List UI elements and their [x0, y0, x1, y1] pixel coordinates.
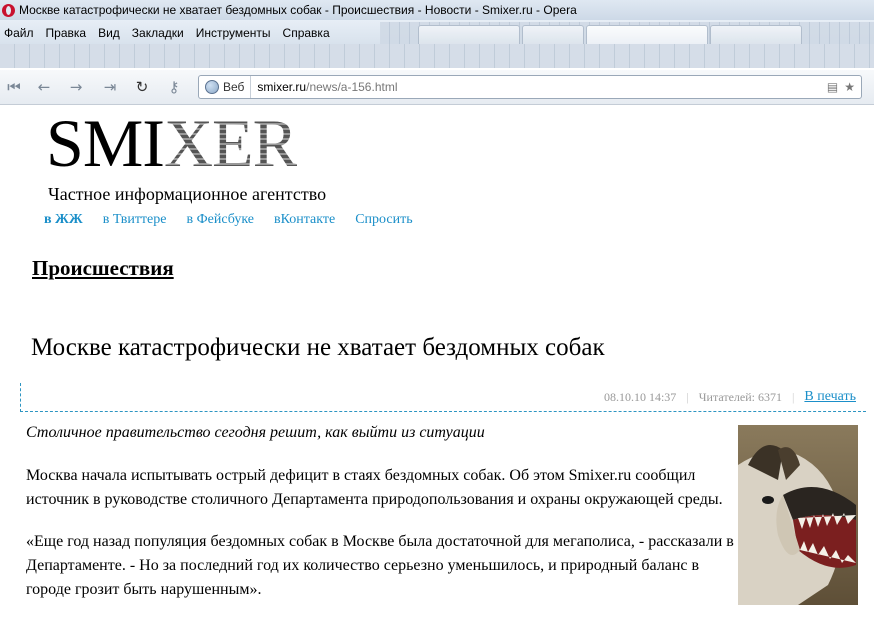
fast-forward-icon[interactable]: ⇥ — [100, 77, 120, 97]
article-body: Москва начала испытывать острый дефицит … — [26, 464, 736, 620]
opera-logo-icon — [2, 3, 15, 17]
wand-key-icon[interactable]: ⚷ — [164, 77, 184, 97]
url-text[interactable]: smixer.ru/news/a-156.html — [251, 80, 397, 94]
url-host: smixer.ru — [257, 80, 307, 94]
site-logo[interactable]: SMIXER — [46, 105, 298, 181]
menu-bookmarks[interactable]: Закладки — [128, 26, 192, 40]
section-title[interactable]: Происшествия — [32, 256, 174, 281]
article-readers: Читателей: 6371 — [698, 389, 782, 404]
rss-icon[interactable]: ▤ — [827, 80, 838, 94]
print-link[interactable]: В печать — [804, 389, 856, 405]
article-meta-bar: 08.10.10 14:37 | Читателей: 6371 | В печ… — [20, 383, 866, 412]
menu-edit[interactable]: Правка — [42, 26, 95, 40]
menu-help[interactable]: Справка — [279, 26, 338, 40]
dog-illustration — [738, 425, 858, 605]
article-paragraph: «Еще год назад популяция бездомных собак… — [26, 533, 734, 598]
url-path: /news/a-156.html — [306, 80, 398, 94]
menu-file[interactable]: Файл — [0, 26, 42, 40]
menu: Файл Правка Вид Закладки Инструменты Спр… — [0, 20, 338, 46]
article-photo-angry-dog — [738, 425, 858, 605]
reload-icon[interactable]: ↻ — [132, 77, 152, 97]
article-headline: Москве катастрофически не хватает бездом… — [31, 334, 605, 361]
back-icon[interactable]: ← — [34, 77, 54, 97]
window-title: Москве катастрофически не хватает бездом… — [19, 3, 577, 17]
link-facebook[interactable]: в Фейсбуке — [186, 212, 254, 228]
address-bar[interactable]: Веб smixer.ru/news/a-156.html ▤ ★ — [198, 75, 862, 99]
rewind-icon[interactable]: ⏮ — [4, 77, 24, 97]
address-actions: ▤ ★ — [827, 80, 861, 94]
link-twitter[interactable]: в Твиттере — [103, 212, 167, 228]
bookmark-star-icon[interactable]: ★ — [844, 80, 855, 94]
web-mode-badge[interactable]: Веб — [199, 76, 252, 98]
link-livejournal[interactable]: в ЖЖ — [44, 212, 83, 228]
link-vkontakte[interactable]: вКонтакте — [274, 212, 335, 228]
menubar: Файл Правка Вид Закладки Инструменты Спр… — [0, 20, 874, 47]
article-date: 08.10.10 14:37 — [603, 389, 677, 404]
logo-part-2: XER — [163, 105, 298, 181]
menu-view[interactable]: Вид — [94, 26, 128, 40]
window-titlebar: Москве катастрофически не хватает бездом… — [0, 0, 874, 20]
navigation-bar: ⏮ ← → ⇥ ↻ ⚷ Веб smixer.ru/news/a-156.htm… — [0, 70, 874, 105]
article-meta: 08.10.10 14:37 | Читателей: 6371 | В печ… — [604, 389, 856, 405]
link-ask[interactable]: Спросить — [355, 212, 412, 228]
tab-thumbnails-strip[interactable] — [0, 44, 874, 68]
forward-icon[interactable]: → — [66, 77, 86, 97]
globe-icon — [205, 80, 219, 94]
site-tagline: Частное информационное агентство — [48, 184, 327, 204]
article-paragraph: Москва начала испытывать острый дефицит … — [26, 467, 723, 508]
meta-separator: | — [792, 389, 795, 404]
meta-separator: | — [686, 389, 689, 404]
web-mode-label: Веб — [223, 80, 245, 94]
social-links: в ЖЖ в Твиттере в Фейсбуке вКонтакте Спр… — [44, 212, 413, 228]
tab-strip — [380, 22, 874, 47]
article-lead: Столичное правительство сегодня решит, к… — [26, 424, 485, 441]
logo-part-1: SMI — [46, 105, 165, 181]
menu-tools[interactable]: Инструменты — [192, 26, 279, 40]
